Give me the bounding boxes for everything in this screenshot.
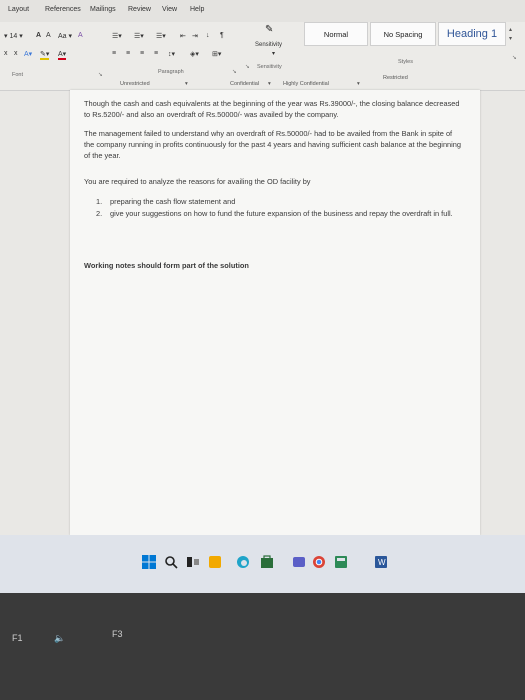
change-case-icon[interactable]: Aa ▾ <box>58 32 72 40</box>
bullets-icon[interactable]: ☰▾ <box>112 32 122 40</box>
sensitivity-launcher-icon[interactable]: ↘ <box>245 64 250 70</box>
subscript-icon[interactable]: x <box>4 50 8 57</box>
tab-mailings[interactable]: Mailings <box>90 6 116 13</box>
list-number: 1. <box>96 197 103 206</box>
styles-launcher-icon[interactable]: ↘ <box>512 55 517 61</box>
tab-review[interactable]: Review <box>128 6 151 13</box>
font-group-label: Font <box>12 72 24 78</box>
tab-layout[interactable]: Layout <box>8 6 29 13</box>
task-view-icon[interactable] <box>186 555 200 569</box>
paragraph-requirement: You are required to analyze the reasons … <box>84 177 311 186</box>
label-unrestricted[interactable]: Unrestricted <box>120 81 150 87</box>
sensitivity-group-label: Sensitivity <box>257 64 282 70</box>
increase-indent-icon[interactable]: ⇥ <box>192 32 198 40</box>
paragraph-group-label: Paragraph <box>158 69 184 75</box>
paragraph-launcher-icon[interactable]: ↘ <box>232 69 237 75</box>
font-size-box[interactable]: ▾ 14 ▾ <box>4 32 23 40</box>
taskbar: W <box>0 535 525 593</box>
teams-icon[interactable] <box>292 555 306 569</box>
styles-scroll-up-icon[interactable]: ▴ <box>509 26 512 33</box>
word-window: Layout References Mailings Review View H… <box>0 0 525 535</box>
highlight-icon[interactable]: ✎▾ <box>40 50 50 60</box>
working-notes: Working notes should form part of the so… <box>84 261 249 270</box>
clear-format-icon[interactable]: A <box>78 32 83 39</box>
ribbon-tabs: Layout References Mailings Review View H… <box>0 0 525 22</box>
paragraph-cash-balance: Though the cash and cash equivalents at … <box>84 99 460 119</box>
styles-scroll-down-icon[interactable]: ▾ <box>509 35 512 42</box>
tab-help[interactable]: Help <box>190 6 204 13</box>
tab-references[interactable]: References <box>45 6 81 13</box>
sensitivity-icon: ✎ <box>265 24 274 35</box>
font-size-value: 14 <box>9 33 18 40</box>
paragraph-management: The management failed to understand why … <box>84 129 462 160</box>
numbering-icon[interactable]: ☰▾ <box>134 32 144 40</box>
label-highly-confidential[interactable]: Highly Confidential <box>283 81 329 87</box>
list-item-cash-flow: preparing the cash flow statement and <box>110 197 236 206</box>
search-icon[interactable] <box>164 555 178 569</box>
shrink-font-icon[interactable]: A <box>46 32 51 39</box>
key-f3: F3 <box>112 629 123 639</box>
svg-text:W: W <box>378 558 386 567</box>
key-f1: F1 <box>12 633 23 643</box>
list-item-suggestions: give your suggestions on how to fund the… <box>110 209 453 218</box>
justify-icon[interactable]: ≡ <box>154 50 158 57</box>
speaker-icon: 🔈 <box>54 633 66 643</box>
borders-icon[interactable]: ⊞▾ <box>212 50 221 58</box>
keyboard-area: F1 🔈 F3 <box>0 593 525 700</box>
edge-icon[interactable] <box>236 555 250 569</box>
word-icon[interactable]: W <box>374 555 388 569</box>
align-right-icon[interactable]: ≡ <box>140 50 144 57</box>
font-color-icon[interactable]: A▾ <box>58 50 67 60</box>
text-effects-icon[interactable]: A▾ <box>24 50 32 58</box>
styles-group-label: Styles <box>398 59 413 65</box>
align-left-icon[interactable]: ≡ <box>112 50 116 57</box>
show-marks-icon[interactable]: ¶ <box>220 32 224 39</box>
list-number: 2. <box>96 209 103 218</box>
label-dropdown-icon[interactable]: ▾ <box>357 81 360 87</box>
align-center-icon[interactable]: ≡ <box>126 50 130 57</box>
line-spacing-icon[interactable]: ↕▾ <box>168 50 175 58</box>
document-page[interactable]: Though the cash and cash equivalents at … <box>70 90 480 535</box>
calculator-icon[interactable] <box>334 555 348 569</box>
windows-start-icon[interactable] <box>142 555 156 569</box>
label-dropdown-icon[interactable]: ▾ <box>268 81 271 87</box>
sort-icon[interactable]: ↓ <box>206 32 210 39</box>
multilevel-icon[interactable]: ☰▾ <box>156 32 166 40</box>
chrome-icon[interactable] <box>312 555 326 569</box>
style-heading-1[interactable]: Heading 1 <box>438 22 506 46</box>
store-icon[interactable] <box>260 555 274 569</box>
font-launcher-icon[interactable]: ↘ <box>98 72 103 78</box>
chevron-down-icon[interactable]: ▾ <box>272 50 275 57</box>
shading-icon[interactable]: ◈▾ <box>190 50 199 58</box>
label-restricted[interactable]: Restricted <box>383 75 408 81</box>
style-no-spacing[interactable]: No Spacing <box>370 22 436 46</box>
grow-font-icon[interactable]: A <box>36 32 41 39</box>
label-dropdown-icon[interactable]: ▾ <box>185 81 188 87</box>
tab-view[interactable]: View <box>162 6 177 13</box>
superscript-icon[interactable]: x <box>14 50 18 57</box>
label-confidential[interactable]: Confidential <box>230 81 259 87</box>
sensitivity-button[interactable]: Sensitivity <box>255 42 282 48</box>
style-normal[interactable]: Normal <box>304 22 368 46</box>
decrease-indent-icon[interactable]: ⇤ <box>180 32 186 40</box>
widgets-icon[interactable] <box>208 555 222 569</box>
